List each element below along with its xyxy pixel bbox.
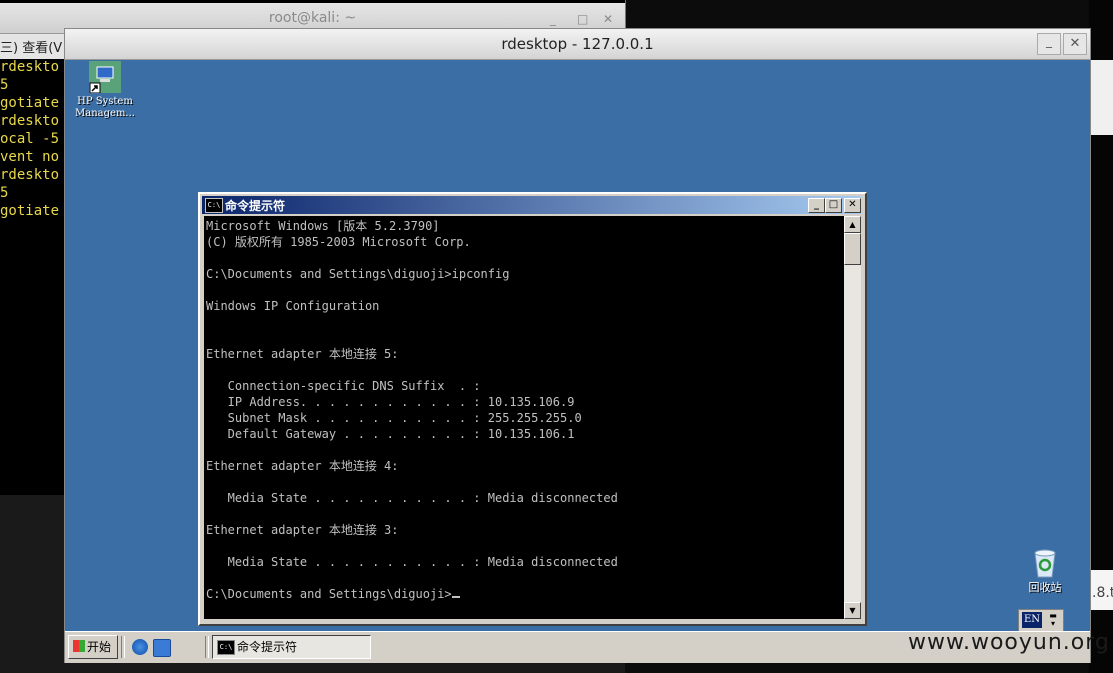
internet-explorer-icon[interactable]: [132, 639, 148, 655]
cmd-output-line: Connection-specific DNS Suffix . :: [206, 379, 481, 393]
cmd-output-line: Media State . . . . . . . . . . . : Medi…: [206, 555, 618, 569]
cmd-title: 命令提示符: [225, 199, 286, 213]
kali-output-line: vent no: [0, 149, 60, 165]
cmd-title-bar[interactable]: C:\ 命令提示符 _ □ ✕: [202, 196, 861, 214]
taskbar-item-label: 命令提示符: [237, 640, 298, 654]
cmd-close-button[interactable]: ✕: [844, 198, 861, 213]
desktop-icon-recycle-bin[interactable]: 回收站: [1005, 547, 1085, 594]
hp-system-management-icon: [89, 61, 121, 94]
scroll-up-arrow-icon[interactable]: ▲: [844, 216, 861, 233]
rdesktop-title-bar[interactable]: rdesktop - 127.0.0.1 _ ✕: [65, 29, 1090, 60]
cmd-taskbar-icon: C:\: [217, 640, 235, 655]
right-edge-text: .8.t: [1092, 585, 1113, 601]
taskbar-separator: [205, 636, 209, 658]
windows-logo-icon: [73, 640, 85, 652]
start-button[interactable]: 开始: [68, 635, 118, 659]
cmd-output-line: Ethernet adapter 本地连接 3:: [206, 523, 399, 537]
cmd-output-line: C:\Documents and Settings\diguoji>: [206, 587, 452, 601]
watermark: www.wooyun.org: [908, 630, 1110, 655]
scroll-down-arrow-icon[interactable]: ▼: [844, 602, 861, 619]
rdesktop-window: rdesktop - 127.0.0.1 _ ✕ HP System Manag…: [64, 28, 1091, 663]
cmd-maximize-button[interactable]: □: [825, 198, 842, 213]
cmd-output-line: Subnet Mask . . . . . . . . . . . : 255.…: [206, 411, 582, 425]
kali-output-line: rdeskto: [0, 113, 60, 129]
cmd-output-line: (C) 版权所有 1985-2003 Microsoft Corp.: [206, 235, 471, 249]
kali-maximize-button[interactable]: □: [577, 12, 588, 26]
rdesktop-close-button[interactable]: ✕: [1063, 33, 1087, 55]
taskbar-separator: [121, 636, 125, 658]
desktop-icon-label: 回收站: [1028, 581, 1062, 594]
kali-terminal-output: rdeskto 5 gotiate rdeskto ocal -5 vent no rd…: [0, 58, 70, 238]
cmd-console[interactable]: Microsoft Windows [版本 5.2.3790] (C) 版权所有…: [204, 216, 844, 619]
cmd-output-line: C:\Documents and Settings\diguoji>ipconf…: [206, 267, 510, 281]
kali-minimize-button[interactable]: _: [550, 12, 556, 26]
cmd-output-line: Ethernet adapter 本地连接 4:: [206, 459, 399, 473]
quick-launch-icon[interactable]: [153, 639, 171, 657]
recycle-bin-icon: [1029, 547, 1061, 579]
kali-output-line: gotiate: [0, 95, 60, 111]
kali-output-line: rdeskto: [0, 167, 60, 183]
cmd-output: Microsoft Windows [版本 5.2.3790] (C) 版权所有…: [204, 216, 844, 602]
cmd-output-line: Default Gateway . . . . . . . . . : 10.1…: [206, 427, 575, 441]
cmd-output-line: Windows IP Configuration: [206, 299, 380, 313]
kali-menu-bar[interactable]: 三) 查看(V: [0, 34, 70, 59]
language-options-icon[interactable]: ▬ ▾: [1047, 612, 1059, 628]
scrollbar-thumb[interactable]: [844, 233, 861, 265]
rdesktop-minimize-button[interactable]: _: [1037, 33, 1061, 55]
kali-output-line: 5: [0, 77, 9, 93]
desktop-icon-label: HP System Managem...: [75, 96, 135, 119]
rdesktop-title: rdesktop - 127.0.0.1: [501, 35, 654, 53]
language-indicator[interactable]: EN: [1022, 612, 1042, 628]
cmd-minimize-button[interactable]: _: [808, 198, 825, 213]
start-label: 开始: [87, 640, 112, 654]
right-edge-window: [1089, 60, 1113, 135]
kali-close-button[interactable]: ✕: [603, 12, 613, 26]
text-cursor: [451, 596, 460, 598]
cmd-output-line: Ethernet adapter 本地连接 5:: [206, 347, 399, 361]
cmd-output-line: Microsoft Windows [版本 5.2.3790]: [206, 219, 440, 233]
desktop-icon-hp-system[interactable]: HP System Managem...: [65, 61, 145, 120]
cmd-app-icon: C:\: [205, 198, 223, 213]
kali-title: root@kali: ~: [268, 10, 357, 26]
cmd-window: C:\ 命令提示符 _ □ ✕ Microsoft Windows [版本 5.…: [198, 192, 867, 626]
kali-output-line: ocal -5: [0, 131, 60, 147]
cmd-scrollbar[interactable]: ▲ ▼: [844, 216, 861, 619]
kali-output-line: 5: [0, 185, 9, 201]
cmd-output-line: IP Address. . . . . . . . . . . . : 10.1…: [206, 395, 575, 409]
kali-output-line: gotiate: [0, 203, 60, 219]
taskbar-item-cmd[interactable]: C:\ 命令提示符: [212, 635, 371, 659]
cmd-output-line: Media State . . . . . . . . . . . : Medi…: [206, 491, 618, 505]
kali-output-line: rdeskto: [0, 59, 60, 75]
